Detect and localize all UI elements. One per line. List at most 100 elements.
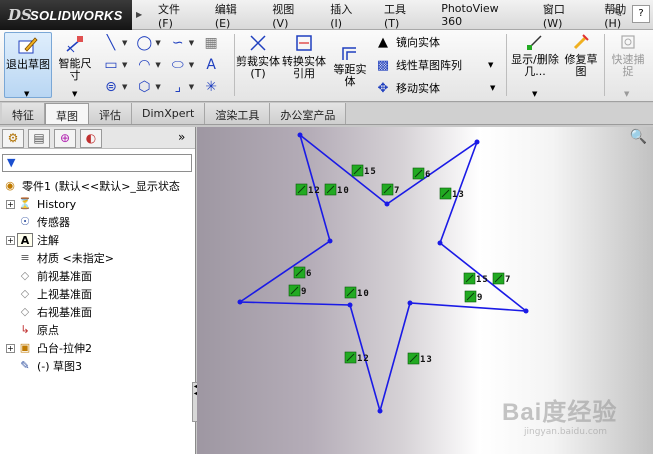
logo-dropdown-icon[interactable]: ▶ [136,10,142,19]
tree-item-material[interactable]: ≡ 材质 <未指定> [17,249,114,267]
solidworks-logo[interactable]: DS SOLIDWORKS [0,0,132,30]
tree-item-right-plane[interactable]: ◇ 右视基准面 [17,303,92,321]
move-dropdown-icon[interactable]: ▼ [490,84,495,92]
trim-button[interactable]: 剪裁实体(T) [236,32,280,80]
menu-insert[interactable]: 插入(I) [320,1,374,30]
pin-icon[interactable]: ✎ [612,6,623,21]
spline-icon[interactable]: ∽ [167,33,189,53]
expand-icon[interactable]: + [6,199,15,209]
relation-marker[interactable]: 10 [344,286,370,299]
convert-entities-button[interactable]: 转换实体引用 [282,32,326,80]
expand-icon[interactable]: + [6,235,15,245]
rectangle-icon[interactable]: ▭ [100,55,122,75]
polygon-icon[interactable]: ⬡ [133,77,155,97]
linear-pattern-button[interactable]: ▩ 线性草图阵列 ▼ [374,57,494,73]
exit-sketch-button[interactable]: 退出草图 [4,32,52,98]
property-manager-tab-icon[interactable]: ▤ [28,129,50,148]
sketch-point[interactable] [474,139,480,145]
display-delete-relations-button[interactable]: 显示/删除几... [510,32,560,78]
tree-item-sketch[interactable]: ✎ (-) 草图3 [17,357,82,375]
tree-item-sensors[interactable]: ☉ 传感器 [17,213,70,231]
quick-snaps-button[interactable]: 快速捕捉 [608,32,648,78]
relations-dropdown-icon[interactable]: ▼ [532,90,537,98]
menu-view[interactable]: 视图(V) [262,1,320,30]
relation-marker[interactable]: 12 [295,183,321,196]
rectangle-dropdown-icon[interactable]: ▼ [122,61,127,69]
slot-icon[interactable]: ⊜ [100,77,122,97]
sketch-point[interactable] [237,299,243,305]
fillet-icon[interactable]: ⌟ [167,77,189,97]
tab-render-tools[interactable]: 渲染工具 [205,103,271,124]
sketch-point[interactable] [523,308,529,314]
ellipse-dropdown-icon[interactable]: ▼ [189,61,194,69]
star-sketch[interactable] [237,132,529,414]
relation-marker[interactable]: 10 [324,183,350,196]
relation-marker[interactable]: 15 [463,272,489,285]
arc-dropdown-icon[interactable]: ▼ [155,61,160,69]
zoom-icon[interactable]: 🔍 [630,129,647,145]
sketch-point[interactable] [377,408,383,414]
smart-dimension-button[interactable]: 智能尺寸 [54,32,96,82]
relation-marker[interactable]: 6 [293,266,312,279]
point-icon[interactable]: ✳ [200,77,222,97]
menu-tools[interactable]: 工具(T) [374,1,431,30]
fillet-dropdown-icon[interactable]: ▼ [189,83,194,91]
relation-marker[interactable]: 13 [407,352,433,365]
exit-sketch-dropdown-icon[interactable]: ▼ [24,90,29,98]
circle-dropdown-icon[interactable]: ▼ [155,39,160,47]
menu-window[interactable]: 窗口(W) [533,1,594,30]
tab-features[interactable]: 特征 [2,103,45,124]
spline-dropdown-icon[interactable]: ▼ [189,39,194,47]
sketch-point[interactable] [407,300,413,306]
relation-marker[interactable]: 13 [439,187,465,200]
tree-item-origin[interactable]: ↳ 原点 [17,321,59,339]
tab-sketch[interactable]: 草图 [45,103,89,124]
tree-item-boss-extrude[interactable]: + ▣ 凸台-拉伸2 [6,339,92,357]
tab-dimxpert[interactable]: DimXpert [132,103,206,124]
repair-sketch-button[interactable]: 修复草图 [562,32,600,78]
help-icon[interactable]: ? [632,5,650,23]
tree-filter[interactable]: ▼ [2,154,192,172]
relation-marker[interactable]: 12 [344,351,370,364]
tree-item-history[interactable]: + ⏳ History [6,195,76,213]
circle-icon[interactable]: ◯ [133,33,155,53]
quick-snaps-dropdown-icon[interactable]: ▼ [624,90,629,98]
mirror-entities-button[interactable]: ▲ 镜向实体 [374,34,440,50]
sketch-point[interactable] [297,132,303,138]
display-manager-tab-icon[interactable]: ◐ [80,129,102,148]
tree-root-part[interactable]: ◉ 零件1 (默认<<默认>_显示状态 [2,177,180,195]
move-entities-button[interactable]: ✥ 移动实体 ▼ [374,80,496,96]
configuration-manager-tab-icon[interactable]: ⊕ [54,129,76,148]
menu-edit[interactable]: 编辑(E) [205,1,262,30]
arc-icon[interactable]: ◠ [133,55,155,75]
line-dropdown-icon[interactable]: ▼ [122,39,127,47]
menu-file[interactable]: 文件(F) [148,1,205,30]
tab-office-products[interactable]: 办公室产品 [270,103,347,124]
polygon-dropdown-icon[interactable]: ▼ [155,83,160,91]
expand-icon[interactable]: + [6,343,15,353]
grid-icon[interactable]: ▦ [200,33,222,53]
feature-tree-tab-icon[interactable]: ⚙ [2,129,24,148]
graphics-area[interactable]: 15 12 10 7 6 13 6 9 10 15 7 9 12 13 🔍 Bai度经验 jingyan.… [197,127,653,454]
sketch-point[interactable] [384,201,390,207]
relation-marker[interactable]: 7 [492,272,511,285]
sketch-point[interactable] [437,240,443,246]
sketch-point[interactable] [327,238,333,244]
ellipse-icon[interactable]: ⬭ [167,55,189,75]
offset-entities-button[interactable]: 等距实体 [330,44,370,88]
tab-evaluate[interactable]: 评估 [89,103,132,124]
linear-pattern-dropdown-icon[interactable]: ▼ [488,61,493,69]
relation-marker[interactable]: 9 [464,290,483,303]
relation-marker[interactable]: 6 [412,167,431,180]
sketch-point[interactable] [347,302,353,308]
tree-item-annotations[interactable]: + A 注解 [6,231,59,249]
line-icon[interactable]: ╲ [100,33,122,53]
relation-marker[interactable]: 15 [351,164,377,177]
text-icon[interactable]: A [200,55,222,75]
slot-dropdown-icon[interactable]: ▼ [122,83,127,91]
more-tabs-icon[interactable]: » [178,130,185,144]
relation-marker[interactable]: 7 [381,183,400,196]
relation-marker[interactable]: 9 [288,284,307,297]
smart-dimension-dropdown-icon[interactable]: ▼ [72,90,77,98]
tree-item-top-plane[interactable]: ◇ 上视基准面 [17,285,92,303]
